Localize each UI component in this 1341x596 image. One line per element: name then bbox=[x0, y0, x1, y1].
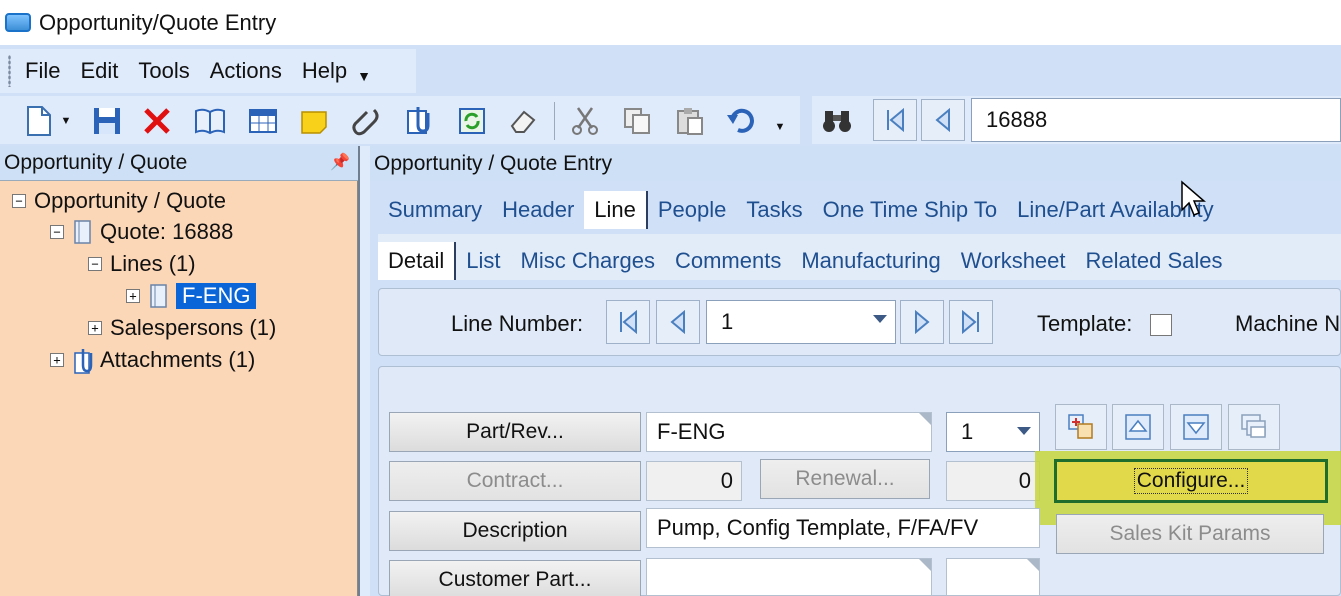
description-button[interactable]: Description bbox=[389, 511, 641, 551]
toolbar-overflow-icon[interactable]: ▼ bbox=[770, 104, 790, 138]
pin-icon[interactable]: 📌 bbox=[330, 152, 350, 172]
menu-bar: File Edit Tools Actions Help ▼ bbox=[0, 45, 1341, 94]
tree-item-opportunity-quote[interactable]: − Opportunity / Quote bbox=[12, 188, 226, 214]
template-label: Template: bbox=[1037, 311, 1133, 336]
customer-part-button[interactable]: Customer Part... bbox=[389, 560, 641, 596]
tree-item-attachments[interactable]: + Attachments (1) bbox=[50, 347, 255, 374]
machine-label: Machine N bbox=[1235, 311, 1341, 336]
part-rev-button[interactable]: Part/Rev... bbox=[389, 412, 641, 452]
contract-button[interactable]: Contract... bbox=[389, 461, 641, 501]
right-panel-title: Opportunity / Quote Entry bbox=[374, 151, 613, 175]
note-icon[interactable] bbox=[297, 104, 331, 138]
description-field[interactable]: Pump, Config Template, F/FA/FV bbox=[646, 508, 1040, 548]
expand-icon[interactable]: + bbox=[50, 353, 64, 367]
line-doc-icon bbox=[148, 283, 168, 309]
subtab-detail[interactable]: Detail bbox=[378, 242, 457, 280]
save-icon[interactable] bbox=[90, 104, 124, 138]
mouse-cursor-icon bbox=[1180, 180, 1207, 223]
menu-help[interactable]: Help bbox=[302, 58, 347, 84]
tab-line[interactable]: Line bbox=[584, 191, 648, 229]
new-icon[interactable] bbox=[22, 104, 56, 138]
collapse-icon[interactable]: − bbox=[50, 225, 64, 239]
new-dropdown-icon[interactable]: ▼ bbox=[56, 104, 76, 138]
menu-tools[interactable]: Tools bbox=[138, 58, 189, 84]
move-down-icon[interactable] bbox=[1170, 404, 1222, 450]
binoculars-icon[interactable] bbox=[820, 104, 854, 138]
quote-search-input[interactable]: 16888 bbox=[971, 98, 1341, 142]
subtab-related-sales[interactable]: Related Sales bbox=[1076, 248, 1233, 280]
subtab-list[interactable]: List bbox=[456, 248, 510, 280]
expand-icon[interactable]: + bbox=[126, 289, 140, 303]
window-title: Opportunity/Quote Entry bbox=[39, 9, 277, 35]
tab-people[interactable]: People bbox=[648, 197, 737, 229]
last-line-button[interactable] bbox=[949, 300, 993, 344]
template-checkbox[interactable] bbox=[1150, 314, 1172, 336]
grid-icon[interactable] bbox=[246, 104, 280, 138]
cut-icon[interactable] bbox=[568, 104, 602, 138]
tree-item-salespersons[interactable]: + Salespersons (1) bbox=[88, 315, 276, 341]
left-panel-title: Opportunity / Quote bbox=[4, 151, 188, 174]
subtab-manufacturing[interactable]: Manufacturing bbox=[791, 248, 950, 280]
panel-splitter[interactable] bbox=[358, 146, 370, 596]
left-panel-header: Opportunity / Quote 📌 bbox=[0, 146, 364, 181]
part-field[interactable]: F-ENG bbox=[646, 412, 932, 452]
tab-summary[interactable]: Summary bbox=[378, 197, 492, 229]
book-icon[interactable] bbox=[193, 104, 227, 138]
tree-item-quote[interactable]: − Quote: 16888 bbox=[50, 219, 233, 245]
clip-icon[interactable] bbox=[402, 104, 436, 138]
tree-item-lines[interactable]: − Lines (1) bbox=[88, 251, 196, 277]
collapse-icon[interactable]: − bbox=[12, 194, 26, 208]
first-line-button[interactable] bbox=[606, 300, 650, 344]
quote-doc-icon bbox=[72, 219, 92, 245]
collapse-icon[interactable]: − bbox=[88, 257, 102, 271]
move-up-icon[interactable] bbox=[1112, 404, 1164, 450]
next-line-button[interactable] bbox=[900, 300, 944, 344]
sub-tabs: Detail List Misc Charges Comments Manufa… bbox=[378, 234, 1341, 280]
paste-icon[interactable] bbox=[672, 104, 706, 138]
customer-part-field[interactable] bbox=[646, 558, 932, 596]
copy-icon[interactable] bbox=[620, 104, 654, 138]
renewal-field: 0 bbox=[946, 461, 1040, 501]
tab-tasks[interactable]: Tasks bbox=[736, 197, 812, 229]
prev-record-button[interactable] bbox=[921, 99, 965, 141]
chevron-down-icon[interactable] bbox=[1017, 427, 1031, 435]
app-icon bbox=[5, 13, 31, 32]
line-number-select[interactable]: 1 bbox=[706, 300, 896, 344]
subtab-worksheet[interactable]: Worksheet bbox=[951, 248, 1076, 280]
expand-icon[interactable]: + bbox=[88, 321, 102, 335]
contract-field: 0 bbox=[646, 461, 742, 501]
menu-edit[interactable]: Edit bbox=[80, 58, 118, 84]
sales-kit-params-button[interactable]: Sales Kit Params bbox=[1056, 514, 1324, 554]
line-number-label: Line Number: bbox=[451, 311, 584, 336]
subtab-comments[interactable]: Comments bbox=[665, 248, 791, 280]
menu-overflow-icon[interactable]: ▼ bbox=[357, 68, 371, 84]
menu-grip[interactable] bbox=[8, 55, 11, 87]
prev-line-button[interactable] bbox=[656, 300, 700, 344]
first-record-button[interactable] bbox=[873, 99, 917, 141]
eraser-icon[interactable] bbox=[506, 104, 540, 138]
refresh-icon[interactable] bbox=[455, 104, 489, 138]
title-bar: Opportunity/Quote Entry bbox=[0, 0, 1341, 45]
menu-file[interactable]: File bbox=[25, 58, 60, 84]
revision-select[interactable]: 1 bbox=[946, 412, 1040, 452]
tab-header[interactable]: Header bbox=[492, 197, 584, 229]
menu-actions[interactable]: Actions bbox=[210, 58, 282, 84]
tab-one-time-ship-to[interactable]: One Time Ship To bbox=[813, 197, 1007, 229]
customer-rev-field[interactable] bbox=[946, 558, 1040, 596]
main-tabs: Summary Header Line People Tasks One Tim… bbox=[378, 185, 1224, 229]
subtab-misc-charges[interactable]: Misc Charges bbox=[511, 248, 665, 280]
renewal-button[interactable]: Renewal... bbox=[760, 459, 930, 499]
part-lookup-icon[interactable] bbox=[1055, 404, 1107, 450]
stack-icon[interactable] bbox=[1228, 404, 1280, 450]
configure-button[interactable]: Configure... bbox=[1054, 459, 1328, 503]
undo-icon[interactable] bbox=[724, 104, 758, 138]
attach-icon[interactable] bbox=[350, 104, 384, 138]
delete-icon[interactable] bbox=[140, 104, 174, 138]
attachment-icon bbox=[72, 347, 93, 374]
tree-item-line-f-eng[interactable]: + F-ENG bbox=[126, 283, 257, 309]
chevron-down-icon[interactable] bbox=[873, 315, 887, 323]
right-panel-header: Opportunity / Quote Entry bbox=[370, 146, 1341, 181]
